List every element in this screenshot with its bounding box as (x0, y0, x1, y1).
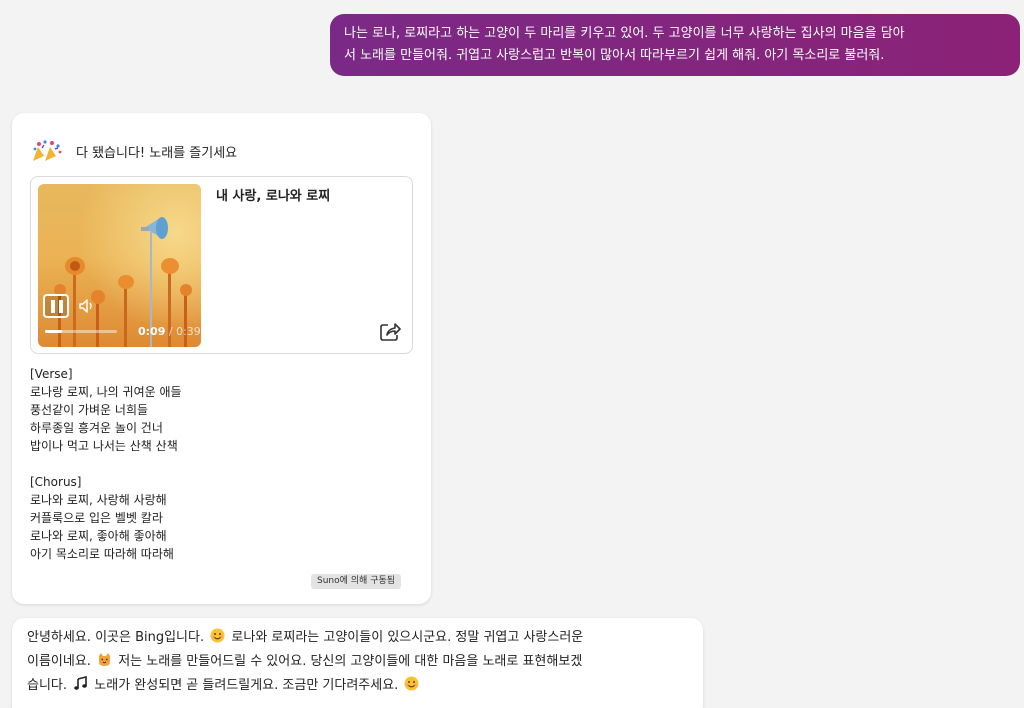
song-response-card: 다 됐습니다! 노래를 즐기세요 0:09 / 0:39 내 사랑, 로나와 로… (12, 113, 431, 604)
volume-icon[interactable] (78, 297, 96, 315)
music-note-icon (73, 675, 88, 691)
bot-text: 안녕하세요. 이곳은 Bing입니다. (27, 630, 205, 645)
lyrics-chorus: [Chorus] 로나와 로찌, 사랑해 사랑해 커플룩으로 입은 벨벳 칼라 … (30, 473, 182, 563)
bot-message-bubble: 안녕하세요. 이곳은 Bing입니다. 로나와 로찌라는 고양이들이 있으시군요… (12, 618, 703, 708)
bot-message-line: 이름이네요. 저는 노래를 만들어드릴 수 있어요. 당신의 고양이들에 대한 … (27, 650, 687, 674)
lyrics-section-label: [Chorus] (30, 475, 82, 489)
pause-button[interactable] (43, 294, 69, 318)
smile-emoji-icon (404, 676, 419, 691)
user-message-line: 나는 로나, 로찌라고 하는 고양이 두 마리를 키우고 있어. 두 고양이를 … (344, 26, 905, 41)
lyrics-line: 풍선같이 가벼운 너희들 (30, 403, 149, 417)
user-message-line: 서 노래를 만들어줘. 귀엽고 사랑스럽고 반복이 많아서 따라부르기 쉽게 해… (344, 48, 885, 63)
lyrics-line: 로나와 로찌, 좋아해 좋아해 (30, 529, 167, 543)
bot-message-line: 습니다. 노래가 완성되면 곧 들려드릴게요. 조금만 기다려주세요. (27, 674, 687, 698)
lyrics-line: 하루종일 흥겨운 놀이 건너 (30, 421, 163, 435)
lyrics-section-label: [Verse] (30, 367, 73, 381)
bot-text: 이름이네요. (27, 654, 91, 669)
bot-message-line: 안녕하세요. 이곳은 Bing입니다. 로나와 로찌라는 고양이들이 있으시군요… (27, 626, 687, 650)
lyrics-line: 커플룩으로 입은 벨벳 칼라 (30, 511, 163, 525)
total-time: 0:39 (176, 325, 201, 338)
song-title: 내 사랑, 로나와 로찌 (216, 189, 331, 204)
time-separator: / (165, 325, 177, 338)
progress-bar[interactable] (45, 330, 117, 333)
bot-text: 습니다. (27, 678, 68, 693)
bot-text: 노래가 완성되면 곧 들려드릴게요. 조금만 기다려주세요. (94, 678, 399, 693)
time-display: 0:09 / 0:39 (138, 325, 201, 338)
album-cover-image: 0:09 / 0:39 (38, 184, 201, 347)
smile-emoji-icon (210, 628, 225, 643)
party-popper-icon (30, 139, 64, 163)
song-lyrics: [Verse] 로나랑 로찌, 나의 귀여운 애들 풍선같이 가벼운 너희들 하… (30, 365, 182, 581)
progress-fill (45, 330, 62, 333)
song-ready-text: 다 됐습니다! 노래를 즐기세요 (76, 145, 238, 161)
user-message-bubble: 나는 로나, 로찌라고 하는 고양이 두 마리를 키우고 있어. 두 고양이를 … (330, 14, 1020, 76)
lyrics-line: 로나랑 로찌, 나의 귀여운 애들 (30, 385, 182, 399)
share-icon[interactable] (379, 320, 401, 342)
bot-text: 로나와 로찌라는 고양이들이 있으시군요. 정말 귀엽고 사랑스러운 (231, 630, 584, 645)
lyrics-line: 로나와 로찌, 사랑해 사랑해 (30, 493, 167, 507)
lyrics-line: 아기 목소리로 따라해 따라해 (30, 547, 174, 561)
song-player: 0:09 / 0:39 내 사랑, 로나와 로찌 (30, 176, 413, 354)
bot-text: 저는 노래를 만들어드릴 수 있어요. 당신의 고양이들에 대한 마음을 노래로… (118, 654, 583, 669)
current-time: 0:09 (138, 325, 166, 338)
lyrics-line: 밥이나 먹고 나서는 산책 산책 (30, 439, 178, 453)
lyrics-verse: [Verse] 로나랑 로찌, 나의 귀여운 애들 풍선같이 가벼운 너희들 하… (30, 365, 182, 455)
cat-emoji-icon (97, 652, 112, 667)
powered-by-suno-badge[interactable]: Suno에 의해 구동됨 (311, 574, 402, 589)
song-card-header: 다 됐습니다! 노래를 즐기세요 (30, 139, 237, 163)
